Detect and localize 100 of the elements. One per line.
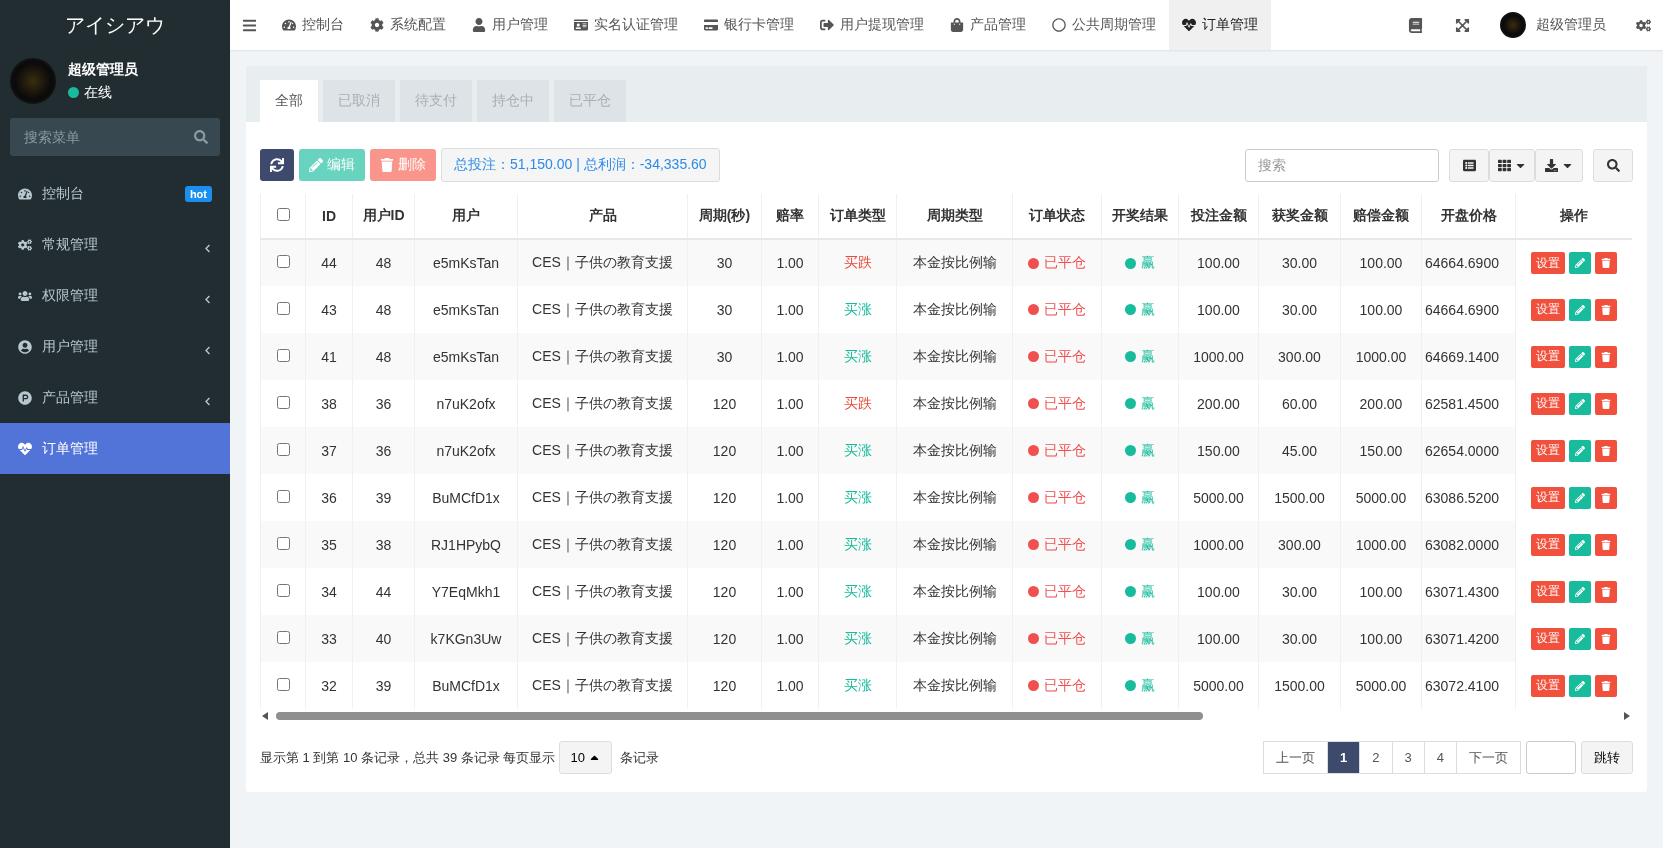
- menu-search-field[interactable]: 搜索菜单: [22, 128, 172, 146]
- user-status: 在线: [84, 83, 112, 102]
- page-button[interactable]: 4: [1423, 741, 1457, 774]
- tab[interactable]: 全部: [260, 80, 318, 122]
- order-type: 买跌: [843, 254, 872, 270]
- order-type: 买涨: [843, 535, 872, 552]
- order-summary: 总投注：51,150.00 | 总利润：-34,335.60: [441, 148, 720, 182]
- nav-tab[interactable]: 系统配置: [357, 0, 459, 50]
- page-size-dropdown[interactable]: 10: [559, 741, 612, 774]
- gauge-icon: [282, 18, 296, 32]
- edit-button[interactable]: [1569, 392, 1592, 415]
- delete-button[interactable]: [1595, 674, 1618, 697]
- nav-tab[interactable]: 控制台: [269, 0, 357, 50]
- delete-button[interactable]: [1595, 627, 1618, 650]
- edit-button[interactable]: [1569, 298, 1592, 321]
- columns-button[interactable]: [1489, 148, 1535, 182]
- search-button[interactable]: [1593, 148, 1633, 182]
- column-header: 赔偿金额: [1353, 207, 1409, 223]
- settings-button[interactable]: 设置: [1531, 298, 1566, 321]
- settings-button[interactable]: 设置: [1531, 533, 1566, 556]
- settings-button[interactable]: 设置: [1531, 580, 1566, 603]
- nav-tab[interactable]: 产品管理: [937, 0, 1039, 50]
- delete-button[interactable]: [1595, 580, 1618, 603]
- sidebar-item[interactable]: 用户管理: [0, 321, 230, 372]
- sidebar-item[interactable]: 订单管理: [0, 423, 230, 474]
- refresh-button[interactable]: [260, 149, 294, 181]
- horizontal-scrollbar[interactable]: [260, 709, 1632, 723]
- nav-tab[interactable]: 公共周期管理: [1039, 0, 1169, 50]
- row-checkbox[interactable]: [276, 489, 290, 503]
- nav-tab[interactable]: 实名认证管理: [561, 0, 691, 50]
- row-checkbox[interactable]: [276, 255, 290, 268]
- menu-label: 权限管理: [42, 286, 98, 305]
- settings-button[interactable]: 设置: [1531, 252, 1566, 274]
- table-cell: 48: [375, 301, 392, 318]
- trash-icon: [1601, 304, 1612, 315]
- table-cell: CES｜子供の教育支援: [532, 582, 673, 599]
- table-cell: 120: [712, 677, 737, 694]
- row-checkbox[interactable]: [276, 348, 290, 362]
- edit-button[interactable]: [1569, 439, 1592, 462]
- menu-icon[interactable]: [242, 17, 257, 33]
- edit-button[interactable]: [1569, 533, 1592, 556]
- user-name: 超级管理员: [68, 60, 138, 79]
- toggle-view-button[interactable]: [1449, 148, 1489, 182]
- nav-tab[interactable]: 订单管理: [1169, 0, 1271, 50]
- settings-button[interactable]: 设置: [1531, 674, 1566, 697]
- edit-button[interactable]: [1569, 252, 1592, 274]
- pagination-suffix: 条记录: [619, 748, 659, 767]
- page-button[interactable]: 3: [1391, 741, 1425, 774]
- page-input[interactable]: [1526, 741, 1576, 774]
- edit-button[interactable]: [1569, 345, 1592, 368]
- settings-button[interactable]: 设置: [1531, 439, 1566, 462]
- edit-button[interactable]: [1569, 674, 1592, 697]
- row-checkbox[interactable]: [276, 630, 290, 644]
- delete-button[interactable]: [1595, 345, 1618, 368]
- select-all-checkbox[interactable]: [276, 208, 290, 221]
- delete-button[interactable]: [1595, 298, 1618, 321]
- table-cell: 100.00: [1359, 583, 1403, 600]
- nav-tab[interactable]: 用户提现管理: [807, 0, 937, 50]
- table-cell: 1.00: [776, 630, 804, 647]
- page-button[interactable]: 2: [1359, 741, 1393, 774]
- table-cell: 1000.00: [1193, 536, 1244, 553]
- delete-button[interactable]: [1595, 439, 1618, 462]
- settings-button[interactable]: 设置: [1531, 486, 1566, 509]
- prev-page-button[interactable]: 上一页: [1263, 741, 1329, 774]
- delete-button[interactable]: [1595, 486, 1618, 509]
- export-button[interactable]: [1535, 148, 1583, 182]
- book-icon[interactable]: [1408, 17, 1423, 33]
- row-checkbox[interactable]: [276, 536, 290, 550]
- jump-button[interactable]: 跳转: [1581, 741, 1633, 774]
- nav-tab[interactable]: 银行卡管理: [691, 0, 807, 50]
- settings-icon[interactable]: [1636, 17, 1651, 33]
- row-checkbox[interactable]: [276, 395, 290, 409]
- edit-button[interactable]: [1569, 627, 1592, 650]
- next-page-button[interactable]: 下一页: [1456, 741, 1521, 774]
- nav-tab[interactable]: 用户管理: [459, 0, 561, 50]
- user-menu[interactable]: 超级管理员: [1490, 12, 1616, 38]
- delete-button[interactable]: [1595, 392, 1618, 415]
- right-arrow-icon[interactable]: [1624, 712, 1630, 720]
- delete-button[interactable]: [1595, 252, 1618, 274]
- edit-button[interactable]: [1569, 580, 1592, 603]
- menu-search-box[interactable]: 搜索菜单: [10, 118, 220, 156]
- search-field[interactable]: 搜索: [1245, 148, 1439, 182]
- delete-button[interactable]: [1595, 533, 1618, 556]
- page-button[interactable]: 1: [1327, 741, 1361, 774]
- table-cell: 38: [375, 536, 392, 553]
- edit-button[interactable]: [1569, 486, 1592, 509]
- settings-button[interactable]: 设置: [1531, 627, 1566, 650]
- fullscreen-icon[interactable]: [1455, 17, 1470, 33]
- row-checkbox[interactable]: [276, 677, 290, 691]
- settings-button[interactable]: 设置: [1531, 345, 1566, 368]
- sidebar-item[interactable]: 常规管理: [0, 219, 230, 270]
- sidebar-item[interactable]: 产品管理: [0, 372, 230, 423]
- sidebar-item[interactable]: 权限管理: [0, 270, 230, 321]
- left-arrow-icon[interactable]: [262, 712, 268, 720]
- sidebar-item[interactable]: 控制台 hot: [0, 168, 230, 219]
- row-checkbox[interactable]: [276, 583, 290, 597]
- table-cell: 32: [321, 677, 337, 694]
- row-checkbox[interactable]: [276, 301, 290, 315]
- settings-button[interactable]: 设置: [1531, 392, 1566, 415]
- row-checkbox[interactable]: [276, 442, 290, 456]
